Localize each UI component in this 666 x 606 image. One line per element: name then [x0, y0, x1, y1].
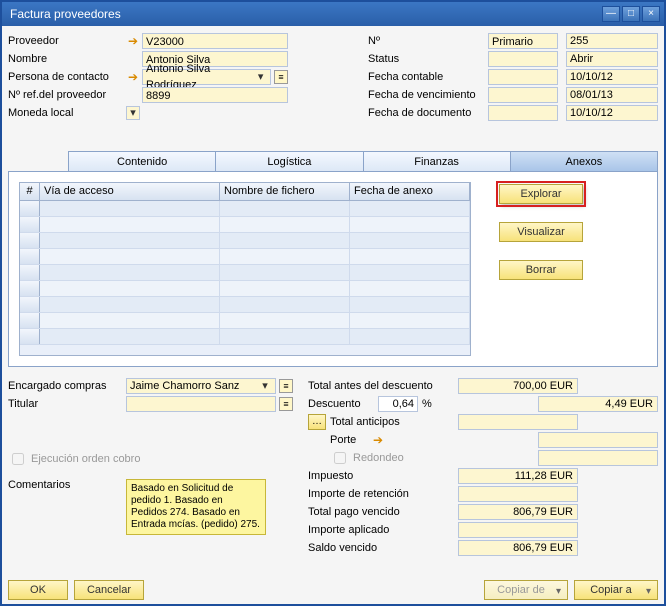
withholding-label: Importe de retención — [308, 488, 458, 500]
balance-due-label: Saldo vencido — [308, 542, 458, 554]
buyer-label: Encargado compras — [8, 380, 126, 392]
cancel-button[interactable]: Cancelar — [74, 580, 144, 600]
posting-date-label: Fecha contable — [368, 71, 488, 83]
table-row[interactable] — [20, 233, 470, 249]
attachments-panel: # Vía de acceso Nombre de fichero Fecha … — [8, 172, 658, 367]
balance-due-value: 806,79 EUR — [458, 540, 578, 556]
payment-run-label: Ejecución orden cobro — [31, 453, 140, 465]
comments-label: Comentarios — [8, 479, 126, 491]
browse-button[interactable]: Explorar — [499, 184, 583, 204]
contact-detail-icon[interactable]: ≡ — [274, 70, 288, 84]
copy-from-button[interactable]: Copiar de — [484, 580, 568, 600]
table-row[interactable] — [20, 281, 470, 297]
withholding-value — [458, 486, 578, 502]
discount-pct-input[interactable] — [378, 396, 418, 412]
rounding-label: Redondeo — [353, 452, 404, 464]
name-label: Nombre — [8, 53, 126, 65]
total-before-discount-label: Total antes del descuento — [308, 380, 458, 392]
vendor-label: Proveedor — [8, 35, 126, 47]
status-label: Status — [368, 53, 488, 65]
contact-select[interactable]: Antonio Silva Rodríguez ▾ — [142, 69, 271, 85]
posting-date-field[interactable]: 10/10/12 — [566, 69, 658, 85]
ap-invoice-window: Factura proveedores — □ × Proveedor ➔ V2… — [0, 0, 666, 606]
status-field — [488, 51, 558, 67]
doc-number-label: Nº — [368, 35, 488, 47]
advances-value — [458, 414, 578, 430]
rounding-checkbox — [334, 452, 346, 464]
doc-date-label: Fecha de documento — [368, 107, 488, 119]
tab-attachments[interactable]: Anexos — [510, 151, 658, 171]
total-due-label: Total pago vencido — [308, 506, 458, 518]
doc-number-type[interactable]: Primario — [488, 33, 558, 49]
display-button[interactable]: Visualizar — [499, 222, 583, 242]
buyer-select[interactable]: Jaime Chamorro Sanz ▾ — [126, 378, 276, 394]
payment-run-checkbox: Ejecución orden cobro — [8, 450, 308, 467]
table-row[interactable] — [20, 265, 470, 281]
tax-label: Impuesto — [308, 470, 458, 482]
window-title: Factura proveedores — [10, 7, 121, 21]
advances-label: Total anticipos — [330, 416, 458, 428]
discount-label: Descuento — [308, 398, 378, 410]
vendor-ref-label: Nº ref.del proveedor — [8, 89, 126, 101]
due-date-label: Fecha de vencimiento — [368, 89, 488, 101]
titlebar: Factura proveedores — □ × — [2, 2, 664, 26]
owner-detail-icon[interactable]: ≡ — [279, 397, 293, 411]
maximize-button[interactable]: □ — [622, 6, 640, 22]
tab-finance[interactable]: Finanzas — [363, 151, 511, 171]
local-currency-label: Moneda local — [8, 107, 126, 119]
total-due-value: 806,79 EUR — [458, 504, 578, 520]
chevron-down-icon[interactable]: ▾ — [254, 69, 267, 85]
doc-number-field[interactable]: 255 — [566, 33, 658, 49]
tab-contents[interactable]: Contenido — [68, 151, 216, 171]
comments-field[interactable]: Basado en Solicitud de pedido 1. Basado … — [126, 479, 266, 535]
owner-label: Titular — [8, 398, 126, 410]
vendor-link-icon[interactable]: ➔ — [126, 35, 140, 47]
applied-amount-value — [458, 522, 578, 538]
rounding-value — [538, 450, 658, 466]
contact-label: Persona de contacto — [8, 71, 126, 83]
table-row[interactable] — [20, 297, 470, 313]
close-button[interactable]: × — [642, 6, 660, 22]
delete-button[interactable]: Borrar — [499, 260, 583, 280]
chevron-down-icon[interactable]: ▾ — [258, 378, 272, 394]
advances-button[interactable]: … — [308, 414, 326, 430]
attachments-table: # Vía de acceso Nombre de fichero Fecha … — [19, 182, 471, 356]
copy-to-button[interactable]: Copiar a — [574, 580, 658, 600]
table-row[interactable] — [20, 249, 470, 265]
vendor-ref-field[interactable]: 8899 — [142, 87, 288, 103]
freight-value — [538, 432, 658, 448]
freight-label: Porte — [330, 434, 370, 446]
status-value: Abrir — [566, 51, 658, 67]
table-row[interactable] — [20, 217, 470, 233]
doc-date-field[interactable]: 10/10/12 — [566, 105, 658, 121]
rounding-checkbox-wrap: Redondeo — [330, 449, 404, 466]
payment-run-check — [12, 453, 24, 465]
vendor-field[interactable]: V23000 — [142, 33, 288, 49]
col-path: Vía de acceso — [40, 183, 220, 200]
attachments-body — [20, 201, 470, 355]
table-row[interactable] — [20, 201, 470, 217]
buyer-value: Jaime Chamorro Sanz — [130, 378, 239, 394]
freight-link-icon[interactable]: ➔ — [373, 433, 383, 447]
tab-logistics[interactable]: Logística — [215, 151, 363, 171]
due-date-field[interactable]: 08/01/13 — [566, 87, 658, 103]
col-filedate: Fecha de anexo — [350, 183, 470, 200]
applied-amount-label: Importe aplicado — [308, 524, 458, 536]
discount-value: 4,49 EUR — [538, 396, 658, 412]
ok-button[interactable]: OK — [8, 580, 68, 600]
currency-chevron-icon[interactable]: ▾ — [126, 106, 140, 120]
discount-pct-unit: % — [422, 398, 432, 410]
total-before-discount-value: 700,00 EUR — [458, 378, 578, 394]
table-row[interactable] — [20, 313, 470, 329]
col-number: # — [20, 183, 40, 200]
minimize-button[interactable]: — — [602, 6, 620, 22]
owner-field[interactable] — [126, 396, 276, 412]
tax-value: 111,28 EUR — [458, 468, 578, 484]
table-row[interactable] — [20, 329, 470, 345]
col-filename: Nombre de fichero — [220, 183, 350, 200]
buyer-detail-icon[interactable]: ≡ — [279, 379, 293, 393]
contact-link-icon[interactable]: ➔ — [126, 71, 140, 83]
